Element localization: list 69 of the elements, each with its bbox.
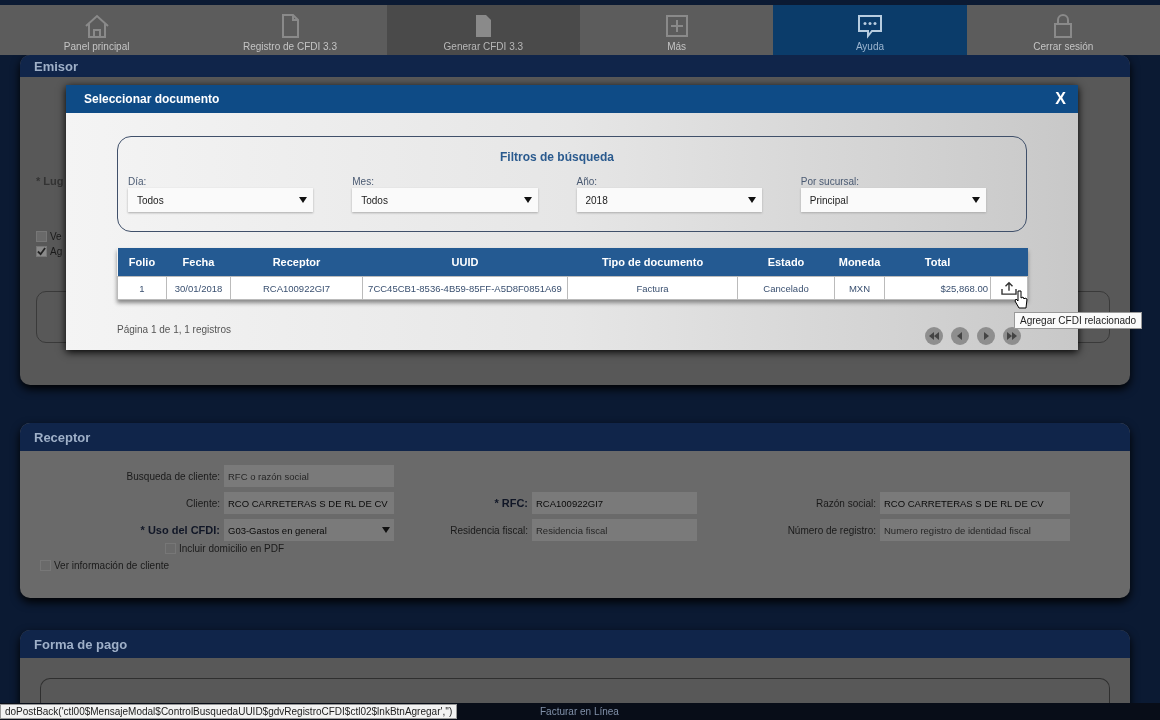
status-text: Facturar en Línea	[540, 706, 619, 717]
modal-title: Seleccionar documento	[84, 92, 220, 106]
table-cell: 30/01/2018	[166, 276, 231, 300]
section-title: Receptor	[34, 429, 91, 445]
column-header: Folio	[117, 248, 167, 277]
checkbox-label: Ver información de cliente	[54, 560, 170, 571]
input-field[interactable]: RCO CARRETERAS S DE RL DE CV	[880, 492, 1070, 514]
column-header: Receptor	[230, 248, 363, 277]
table-cell: 1	[117, 276, 167, 300]
dropdown-caret-icon	[382, 527, 390, 533]
tooltip: Agregar CFDI relacionado	[1014, 312, 1143, 329]
select-field[interactable]: G03-Gastos en general	[224, 519, 394, 541]
section-title: Emisor	[34, 58, 79, 74]
field-label: Residencia fiscal:	[449, 524, 528, 536]
last-page-icon[interactable]	[1002, 326, 1022, 346]
field-label: Día:	[128, 176, 148, 187]
dropdown-caret-icon	[299, 197, 308, 203]
checkbox[interactable]	[36, 231, 47, 242]
previous-page-icon[interactable]	[950, 326, 970, 346]
close-button[interactable]: X	[1053, 90, 1068, 108]
column-header: Total	[884, 248, 991, 277]
nav-tab[interactable]: Ayuda	[773, 5, 967, 55]
checkbox-label: Incluir domicilio en PDF	[179, 543, 285, 554]
dropdown-caret-icon	[972, 197, 980, 203]
field-label: Mes:	[352, 176, 375, 187]
status-url: doPostBack('ctl00$MensajeModal$ControlBusquedaUUID$gdvRegistroCFDI$ctl02$lnkBtnAgregar','')	[0, 704, 458, 719]
pagination-text: Página 1 de 1, 1 registros	[117, 323, 231, 335]
table-cell: Factura	[567, 276, 738, 300]
table-cell: RCA100922GI7	[230, 276, 363, 300]
first-page-icon[interactable]	[924, 326, 944, 346]
speech-bubble-icon	[856, 13, 883, 39]
plus-icon	[663, 13, 690, 39]
nav-tab[interactable]: Generar CFDI 3.3	[386, 5, 580, 55]
column-header: Fecha	[166, 248, 231, 277]
input-field[interactable]: Residencia fiscal	[532, 519, 697, 541]
upload-icon[interactable]	[1001, 281, 1017, 295]
field-label: Razón social:	[814, 497, 876, 509]
dropdown-caret-icon	[747, 197, 756, 203]
input-field[interactable]: RFC o razón social	[224, 465, 394, 487]
field-label: Cliente:	[185, 497, 220, 509]
field-label: Número de registro:	[786, 524, 876, 536]
field-label: * Uso del CFDI:	[139, 524, 220, 536]
table-cell: $25,868.00	[884, 276, 991, 300]
filter-title: Filtros de búsqueda	[499, 150, 615, 164]
column-header: UUID	[362, 248, 568, 277]
column-header: Tipo de documento	[567, 248, 738, 277]
select-field[interactable]: Todos	[128, 188, 314, 212]
checkbox-label: Ve	[50, 231, 62, 242]
field-label: Año:	[576, 176, 599, 187]
checkbox-label: Ag	[50, 246, 63, 257]
input-field[interactable]: Numero registro de identidad fiscal	[880, 519, 1070, 541]
house-icon	[83, 13, 110, 39]
table-cell: MXN	[834, 276, 885, 300]
table-cell: Cancelado	[737, 276, 835, 300]
column-header: Moneda	[834, 248, 885, 277]
dropdown-caret-icon	[523, 197, 532, 203]
field-label: Busqueda de cliente:	[125, 470, 220, 482]
select-field[interactable]: Principal	[800, 188, 986, 212]
column-header: Estado	[737, 248, 835, 277]
select-field[interactable]: Todos	[352, 188, 538, 212]
checkbox[interactable]	[36, 246, 47, 257]
field-label: Por sucursal:	[800, 176, 861, 187]
select-field[interactable]: 2018	[576, 188, 762, 212]
next-page-icon[interactable]	[976, 326, 996, 346]
table-cell: 7CC45CB1-8536-4B59-85FF-A5D8F0851A69	[362, 276, 568, 300]
section-title: Forma de pago	[34, 636, 128, 652]
input-field[interactable]: RCO CARRETERAS S DE RL DE CV	[224, 492, 394, 514]
input-field[interactable]: RCA100922GI7	[532, 492, 697, 514]
field-label: * RFC:	[493, 497, 528, 509]
